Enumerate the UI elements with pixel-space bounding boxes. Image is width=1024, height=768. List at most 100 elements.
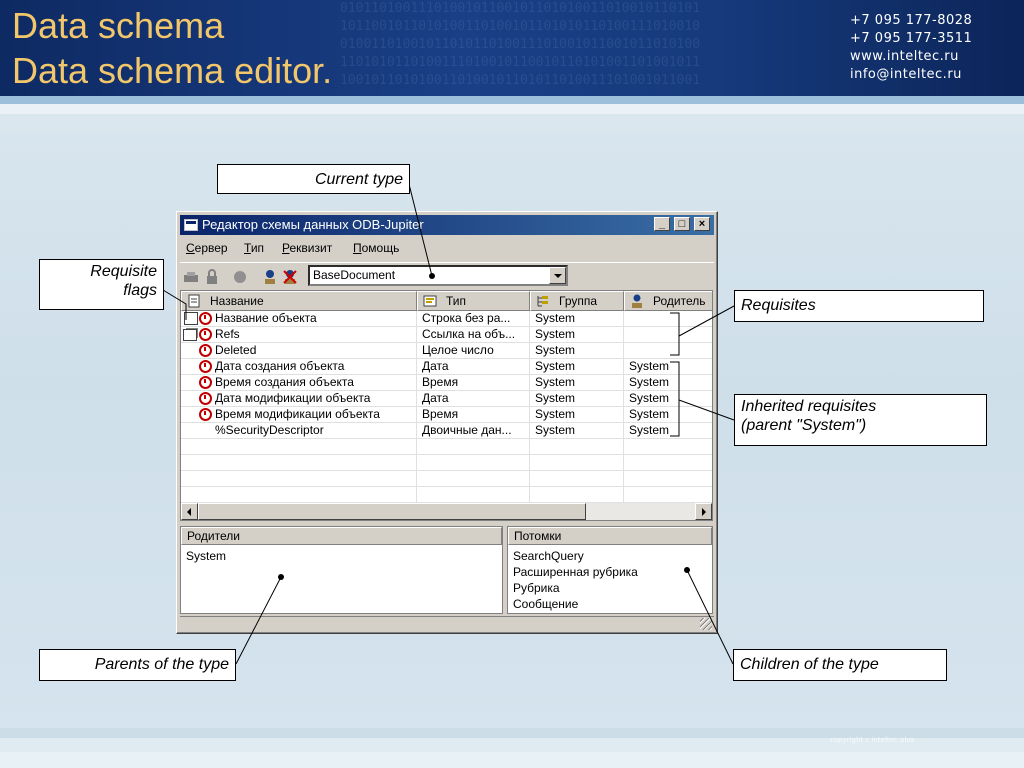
cell-type: Ссылка на объ...	[417, 327, 530, 343]
empty-cell	[624, 487, 712, 503]
resize-grip-icon[interactable]	[700, 618, 712, 630]
cell-name[interactable]: Дата модификации объекта	[181, 391, 417, 407]
menu-label: ервер	[194, 241, 228, 255]
cell-name[interactable]: Время модификации объекта	[181, 407, 417, 423]
cell-parent: System	[629, 391, 670, 405]
table-row[interactable]: Время создания объекта Время System System	[181, 375, 712, 391]
cell-name[interactable]: Название объекта	[181, 311, 417, 327]
cell-name[interactable]: Дата создания объекта	[181, 359, 417, 375]
empty-cell	[417, 471, 530, 487]
cell-group: System	[530, 391, 624, 407]
table-row[interactable]: Refs Ссылка на объ... System	[181, 327, 712, 343]
email-link[interactable]: info@inteltec.ru	[850, 66, 972, 84]
requisite-flag-box[interactable]	[184, 312, 198, 325]
menu-server[interactable]: Сервер	[186, 241, 228, 255]
callout-text: Requisite	[90, 263, 157, 280]
cell-name[interactable]: %SecurityDescriptor	[181, 423, 417, 439]
empty-cell	[417, 439, 530, 455]
list-item[interactable]: Рубрика	[513, 581, 560, 595]
requisite-name: Дата создания объекта	[215, 359, 345, 373]
record-icon[interactable]	[232, 269, 248, 285]
system-requisite-icon	[199, 360, 212, 373]
table-row	[181, 439, 712, 455]
table-row[interactable]: %SecurityDescriptor Двоичные дан... System…	[181, 423, 712, 439]
website-link[interactable]: www.inteltec.ru	[850, 48, 972, 66]
callout-children: Children of the type	[733, 649, 947, 681]
requisite-name: %SecurityDescriptor	[215, 423, 324, 437]
reference-flag-icon	[183, 329, 197, 341]
close-button[interactable]: ×	[694, 217, 710, 231]
parents-panel-header[interactable]: Родители	[181, 527, 502, 545]
cell-name[interactable]: Время создания объекта	[181, 375, 417, 391]
scroll-right-button[interactable]	[695, 503, 712, 520]
app-icon	[184, 219, 198, 231]
column-header-type[interactable]: Тип	[417, 291, 530, 311]
system-requisite-icon	[199, 328, 212, 341]
scroll-thumb[interactable]	[198, 503, 586, 520]
scroll-left-button[interactable]	[181, 503, 198, 520]
document-icon	[188, 294, 200, 308]
empty-cell	[530, 455, 624, 471]
requisite-name: Deleted	[215, 343, 257, 357]
callout-inherited-requisites: Inherited requisites (parent "System")	[734, 394, 987, 446]
menu-requisite[interactable]: Реквизит	[282, 241, 332, 255]
callout-requisites: Requisites	[734, 290, 984, 322]
window-title: Редактор схемы данных ODB-Jupiter	[202, 217, 424, 232]
column-header-group[interactable]: Группа	[530, 291, 624, 311]
list-item[interactable]: System	[186, 549, 226, 563]
slide-title: Data schema	[12, 5, 225, 46]
horizontal-scrollbar[interactable]	[181, 503, 712, 520]
minimize-button[interactable]: _	[654, 217, 670, 231]
system-requisite-icon	[199, 344, 212, 357]
requisite-name: Дата модификации объекта	[215, 391, 371, 405]
callout-text: Parents of the type	[94, 656, 229, 673]
children-panel-header[interactable]: Потомки	[508, 527, 712, 545]
list-item[interactable]: Сообщение	[513, 597, 578, 611]
cell-name[interactable]: Refs	[181, 327, 417, 343]
binary-texture: 0101101001110100101100101101010011010010…	[340, 1, 701, 88]
menu-help[interactable]: Помощь	[353, 241, 399, 255]
system-requisite-icon	[199, 312, 212, 325]
chevron-down-icon[interactable]	[549, 267, 566, 284]
requisite-name: Время создания объекта	[215, 375, 354, 389]
lock-icon[interactable]	[204, 269, 220, 285]
cell-group: System	[530, 311, 624, 327]
children-panel: Потомки SearchQuery Расширенная рубрика Ру…	[507, 526, 713, 614]
menu-accel: П	[353, 241, 362, 255]
requisite-name: Название объекта	[215, 311, 317, 325]
table-row[interactable]: Название объекта Строка без ра... System	[181, 311, 712, 327]
current-type-select[interactable]: BaseDocument	[308, 265, 568, 286]
list-item[interactable]: SearchQuery	[513, 549, 584, 563]
cell-parent: System	[629, 375, 670, 389]
empty-cell	[530, 439, 624, 455]
cell-type: Время	[417, 375, 530, 391]
list-item[interactable]: Расширенная рубрика	[513, 565, 638, 579]
empty-cell	[181, 487, 417, 503]
user-icon[interactable]	[262, 269, 278, 285]
maximize-button[interactable]: □	[674, 217, 690, 231]
system-requisite-icon	[199, 392, 212, 405]
cell-type: Время	[417, 407, 530, 423]
menu-accel: С	[186, 241, 195, 255]
delete-user-icon[interactable]	[282, 269, 298, 285]
menu-type[interactable]: Тип	[244, 241, 264, 255]
table-row[interactable]: Дата создания объекта Дата System System	[181, 359, 712, 375]
empty-cell	[181, 439, 417, 455]
requisite-name: Время модификации объекта	[215, 407, 380, 421]
system-requisite-icon	[199, 376, 212, 389]
table-row[interactable]: Deleted Целое число System	[181, 343, 712, 359]
cell-name[interactable]: Deleted	[181, 343, 417, 359]
column-header-label: Родитель	[653, 294, 706, 308]
callout-current-type: Current type	[217, 164, 410, 194]
callout-parents: Parents of the type	[39, 649, 236, 681]
column-header-parent[interactable]: Родитель	[624, 291, 712, 311]
cell-type: Целое число	[417, 343, 530, 359]
cell-group: System	[530, 407, 624, 423]
window-titlebar[interactable]: Редактор схемы данных ODB-Jupiter _ □ ×	[180, 215, 714, 235]
table-row[interactable]: Время модификации объекта Время System Syst…	[181, 407, 712, 423]
table-row[interactable]: Дата модификации объекта Дата System System	[181, 391, 712, 407]
column-header-name[interactable]: Название	[181, 291, 417, 311]
cell-type: Дата	[417, 359, 530, 375]
column-header-label: Название	[210, 294, 264, 308]
connect-icon[interactable]	[183, 269, 199, 285]
